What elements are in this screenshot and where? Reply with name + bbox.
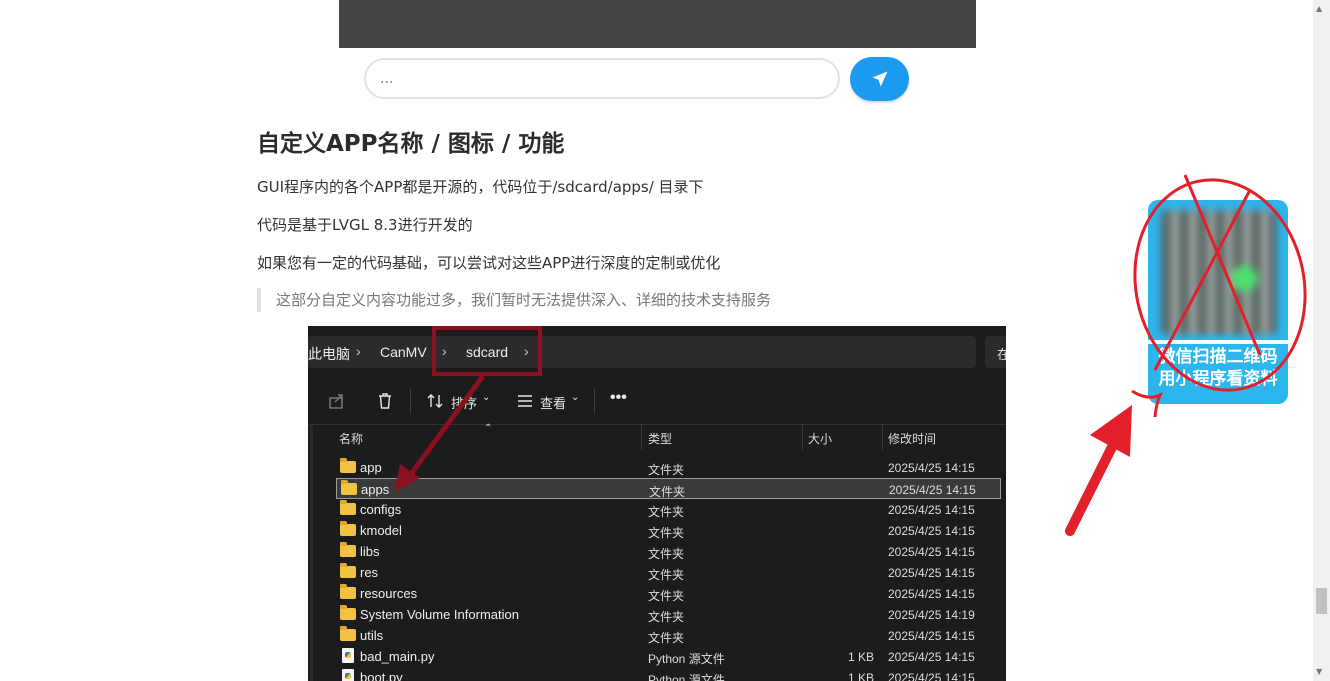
send-button[interactable] [850,57,909,101]
annotation-scribble [1131,389,1163,418]
section-heading: 自定义APP名称 / 图标 / 功能 [257,131,565,157]
send-icon [872,71,887,87]
annotation-red-arrow-shaft [1065,442,1117,536]
page-scrollbar[interactable] [1313,0,1330,681]
scroll-up-icon[interactable]: ▲ [1316,4,1322,13]
chat-input[interactable] [364,58,840,99]
annotation-circle [1133,178,1307,392]
video-area [339,0,976,48]
annotation-cross-line [1183,174,1262,356]
scroll-down-icon[interactable]: ▼ [1316,667,1322,676]
file-explorer-screenshot: 此电脑 › CanMV › sdcard › 在 排序 ⌄ 查看 ⌄ ••• 名… [308,326,1006,681]
annotation-overlay [1065,174,1307,536]
paragraph-2: 代码是基于LVGL 8.3进行开发的 [257,216,473,234]
paragraph-1: GUI程序内的各个APP都是开源的，代码位于/sdcard/apps/ 目录下 [257,178,704,196]
page-scrollbar-thumb[interactable] [1316,588,1327,614]
blockquote: 这部分自定义内容功能过多，我们暂时无法提供深入、详细的技术支持服务 [257,288,771,312]
annotation-arrow [394,374,486,492]
paragraph-3: 如果您有一定的代码基础，可以尝试对这些APP进行深度的定制或优化 [257,254,721,272]
